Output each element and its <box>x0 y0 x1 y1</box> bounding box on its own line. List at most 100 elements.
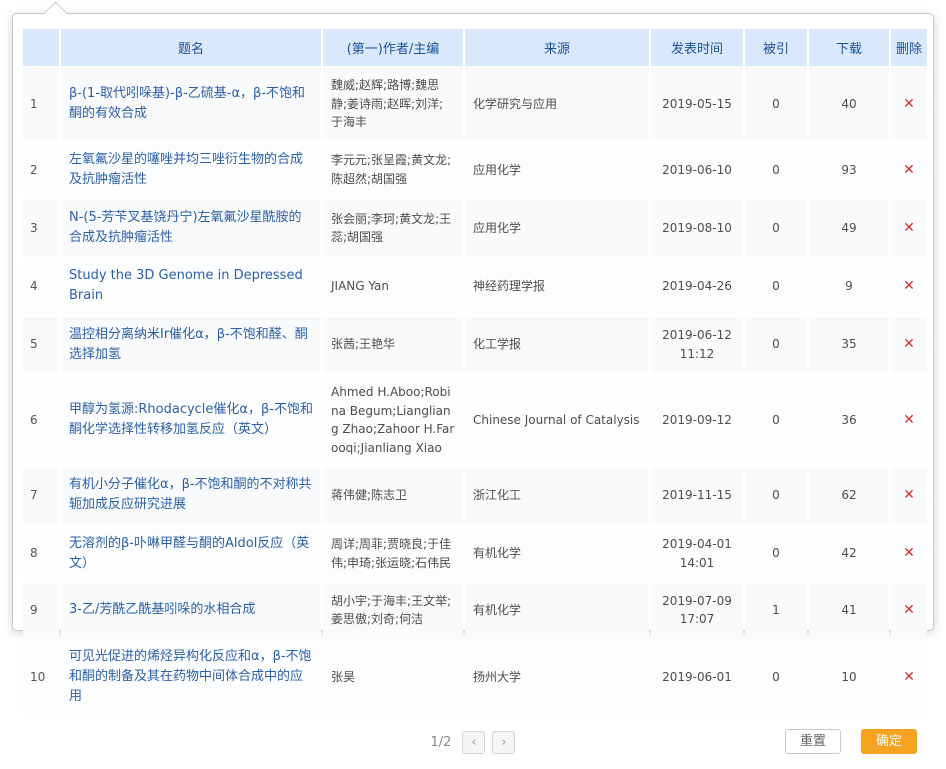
delete-icon[interactable]: ✕ <box>903 163 915 177</box>
authors-cell: 周详;周菲;贾晓良;于佳伟;申琦;张运晓;石伟民 <box>323 526 463 582</box>
paper-title-link[interactable]: β-(1-取代吲哚基)-β-乙硫基-α，β-不饱和酮的有效合成 <box>69 86 305 121</box>
chevron-left-icon: ‹ <box>471 735 476 750</box>
cited-count-cell: 0 <box>745 467 807 523</box>
row-number: 2 <box>23 142 59 198</box>
title-cell: 可见光促进的烯烃异构化反应和α，β-不饱和酮的制备及其在药物中间体合成中的应用 <box>61 639 321 715</box>
authors-cell: 胡小宇;于海丰;王文举;姜思傲;刘奇;何洁 <box>323 584 463 637</box>
cited-count-cell: 0 <box>745 142 807 198</box>
authors-cell: 李元元;张呈霞;黄文龙;陈超然;胡国强 <box>323 142 463 198</box>
download-count-cell: 35 <box>809 317 889 373</box>
delete-icon[interactable]: ✕ <box>903 221 915 235</box>
download-count-cell: 62 <box>809 467 889 523</box>
source-cell: 神经药理学报 <box>465 258 649 314</box>
delete-icon[interactable]: ✕ <box>903 279 915 293</box>
download-count-cell: 93 <box>809 142 889 198</box>
title-cell: Study the 3D Genome in Depressed Brain <box>61 258 321 314</box>
paper-title-link[interactable]: N-(5-芳苄叉基饶丹宁)左氧氟沙星酰胺的合成及抗肿瘤活性 <box>69 210 302 245</box>
authors-cell: 魏威;赵辉;路博;魏思静;姜诗雨;赵晖;刘洋;于海丰 <box>323 68 463 140</box>
title-cell: 3-乙/芳酰乙酰基吲哚的水相合成 <box>61 584 321 637</box>
delete-icon[interactable]: ✕ <box>903 546 915 560</box>
table-row: 10 可见光促进的烯烃异构化反应和α，β-不饱和酮的制备及其在药物中间体合成中的… <box>23 639 927 715</box>
source-cell: 化工学报 <box>465 317 649 373</box>
delete-cell: ✕ <box>891 467 927 523</box>
publish-date-cell: 2019-06-10 <box>651 142 743 198</box>
table-row: 4 Study the 3D Genome in Depressed Brain… <box>23 258 927 314</box>
delete-cell: ✕ <box>891 68 927 140</box>
authors-cell: Ahmed H.Aboo;Robina Begum;Liangliang Zha… <box>323 375 463 465</box>
table-row: 7 有机小分子催化α，β-不饱和酮的不对称共轭加成反应研究进展 蒋伟健;陈志卫 … <box>23 467 927 523</box>
publish-date-cell: 2019-04-26 <box>651 258 743 314</box>
header-authors: (第一)作者/主编 <box>323 29 463 66</box>
delete-icon[interactable]: ✕ <box>903 670 915 684</box>
delete-cell: ✕ <box>891 200 927 256</box>
table-row: 1 β-(1-取代吲哚基)-β-乙硫基-α，β-不饱和酮的有效合成 魏威;赵辉;… <box>23 68 927 140</box>
chevron-right-icon: › <box>501 735 506 750</box>
cited-count-cell: 0 <box>745 375 807 465</box>
header-publish-date: 发表时间 <box>651 29 743 66</box>
download-count-cell: 36 <box>809 375 889 465</box>
paper-title-link[interactable]: 甲醇为氢源:Rhodacycle催化α，β-不饱和酮化学选择性转移加氢反应（英文… <box>69 402 313 437</box>
results-table: 题名 (第一)作者/主编 来源 发表时间 被引 下载 删除 1 β-(1-取代吲… <box>21 27 929 717</box>
table-row: 8 无溶剂的β-卟啉甲醛与酮的Aldol反应（英文） 周详;周菲;贾晓良;于佳伟… <box>23 526 927 582</box>
source-cell: 浙江化工 <box>465 467 649 523</box>
paper-title-link[interactable]: 温控相分离纳米Ir催化α，β-不饱和醛、酮选择加氢 <box>69 327 308 362</box>
confirm-button[interactable]: 确定 <box>861 729 917 754</box>
title-cell: 无溶剂的β-卟啉甲醛与酮的Aldol反应（英文） <box>61 526 321 582</box>
publish-date-cell: 2019-09-12 <box>651 375 743 465</box>
publish-date-cell: 2019-05-15 <box>651 68 743 140</box>
header-cited: 被引 <box>745 29 807 66</box>
title-cell: N-(5-芳苄叉基饶丹宁)左氧氟沙星酰胺的合成及抗肿瘤活性 <box>61 200 321 256</box>
row-number: 10 <box>23 639 59 715</box>
publish-date-cell: 2019-08-10 <box>651 200 743 256</box>
download-count-cell: 10 <box>809 639 889 715</box>
authors-cell: 张昊 <box>323 639 463 715</box>
delete-icon[interactable]: ✕ <box>903 488 915 502</box>
delete-cell: ✕ <box>891 317 927 373</box>
paper-title-link[interactable]: 无溶剂的β-卟啉甲醛与酮的Aldol反应（英文） <box>69 536 309 571</box>
publish-date-cell: 2019-06-01 <box>651 639 743 715</box>
header-delete: 删除 <box>891 29 927 66</box>
paper-title-link[interactable]: 可见光促进的烯烃异构化反应和α，β-不饱和酮的制备及其在药物中间体合成中的应用 <box>69 649 312 704</box>
source-cell: 扬州大学 <box>465 639 649 715</box>
paper-title-link[interactable]: Study the 3D Genome in Depressed Brain <box>69 268 303 303</box>
delete-icon[interactable]: ✕ <box>903 337 915 351</box>
reset-button[interactable]: 重置 <box>785 729 841 754</box>
delete-cell: ✕ <box>891 639 927 715</box>
footer-bar: 1/2 ‹ › 重置 确定 <box>21 731 925 759</box>
authors-cell: 蒋伟健;陈志卫 <box>323 467 463 523</box>
source-cell: 有机化学 <box>465 526 649 582</box>
title-cell: 有机小分子催化α，β-不饱和酮的不对称共轭加成反应研究进展 <box>61 467 321 523</box>
download-count-cell: 49 <box>809 200 889 256</box>
source-cell: 有机化学 <box>465 584 649 637</box>
paper-title-link[interactable]: 3-乙/芳酰乙酰基吲哚的水相合成 <box>69 602 255 617</box>
header-index <box>23 29 59 66</box>
row-number: 5 <box>23 317 59 373</box>
delete-icon[interactable]: ✕ <box>903 97 915 111</box>
title-cell: 温控相分离纳米Ir催化α，β-不饱和醛、酮选择加氢 <box>61 317 321 373</box>
cited-count-cell: 0 <box>745 68 807 140</box>
action-buttons: 重置 确定 <box>785 729 917 754</box>
paper-title-link[interactable]: 左氧氟沙星的噻唑并均三唑衍生物的合成及抗肿瘤活性 <box>69 152 303 187</box>
authors-cell: 张茜;王艳华 <box>323 317 463 373</box>
prev-page-button[interactable]: ‹ <box>462 731 485 754</box>
source-cell: 应用化学 <box>465 142 649 198</box>
table-row: 5 温控相分离纳米Ir催化α，β-不饱和醛、酮选择加氢 张茜;王艳华 化工学报 … <box>23 317 927 373</box>
header-download: 下载 <box>809 29 889 66</box>
download-count-cell: 40 <box>809 68 889 140</box>
results-popup-panel: 题名 (第一)作者/主编 来源 发表时间 被引 下载 删除 1 β-(1-取代吲… <box>12 13 934 631</box>
table-row: 6 甲醇为氢源:Rhodacycle催化α，β-不饱和酮化学选择性转移加氢反应（… <box>23 375 927 465</box>
delete-icon[interactable]: ✕ <box>903 603 915 617</box>
cited-count-cell: 0 <box>745 639 807 715</box>
title-cell: 左氧氟沙星的噻唑并均三唑衍生物的合成及抗肿瘤活性 <box>61 142 321 198</box>
title-cell: β-(1-取代吲哚基)-β-乙硫基-α，β-不饱和酮的有效合成 <box>61 68 321 140</box>
publish-date-cell: 2019-07-09 17:07 <box>651 584 743 637</box>
table-row: 3 N-(5-芳苄叉基饶丹宁)左氧氟沙星酰胺的合成及抗肿瘤活性 张会丽;李珂;黄… <box>23 200 927 256</box>
publish-date-cell: 2019-04-01 14:01 <box>651 526 743 582</box>
delete-icon[interactable]: ✕ <box>903 413 915 427</box>
next-page-button[interactable]: › <box>492 731 515 754</box>
row-number: 8 <box>23 526 59 582</box>
cited-count-cell: 0 <box>745 200 807 256</box>
row-number: 6 <box>23 375 59 465</box>
paper-title-link[interactable]: 有机小分子催化α，β-不饱和酮的不对称共轭加成反应研究进展 <box>69 477 312 512</box>
row-number: 3 <box>23 200 59 256</box>
